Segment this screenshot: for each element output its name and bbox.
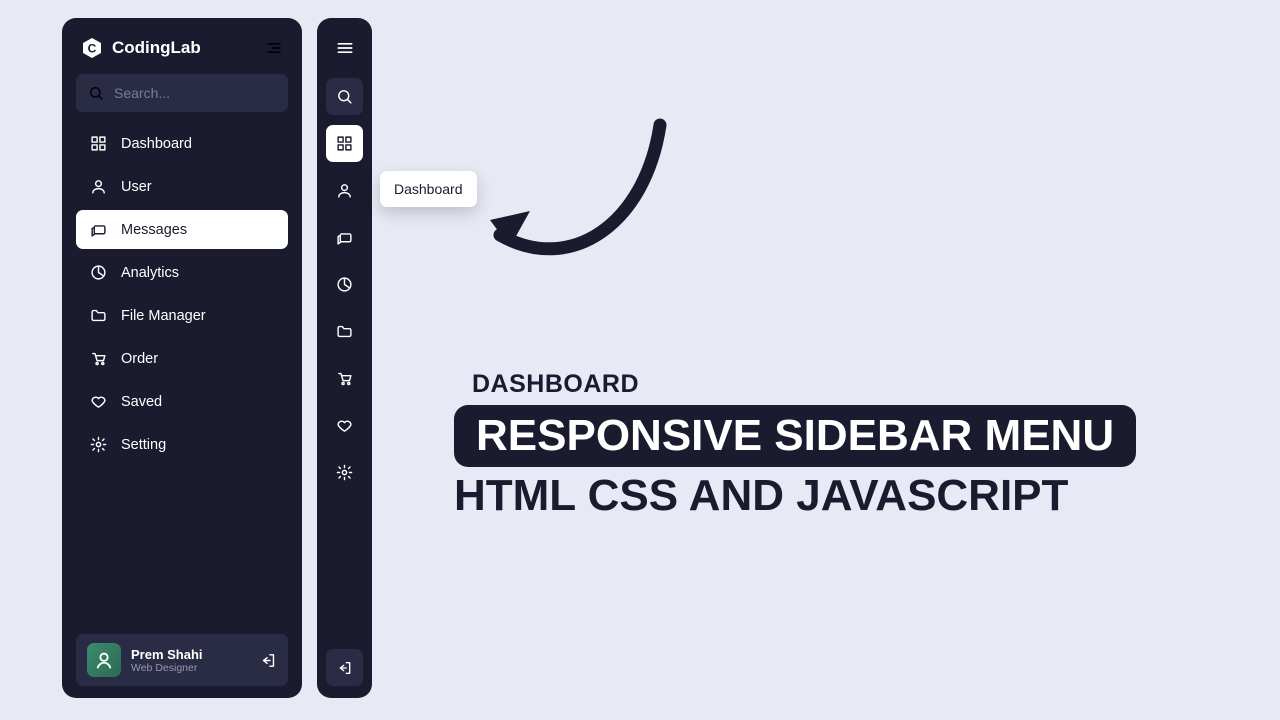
folder-icon — [336, 323, 353, 340]
heart-icon — [336, 417, 353, 434]
logo-row: C CodingLab — [76, 32, 288, 74]
mini-item-order[interactable] — [326, 360, 363, 397]
sidebar-item-messages[interactable]: Messages — [76, 210, 288, 249]
mini-item-saved[interactable] — [326, 407, 363, 444]
logout-icon[interactable] — [260, 652, 277, 669]
nav: Dashboard User Messages Analytics File M… — [76, 124, 288, 464]
search-icon — [336, 88, 353, 105]
svg-text:C: C — [88, 42, 97, 56]
gear-icon — [336, 464, 353, 481]
grid-icon — [90, 135, 107, 152]
mini-logout[interactable] — [326, 649, 363, 686]
user-footer[interactable]: Prem Shahi Web Designer — [76, 634, 288, 686]
sidebar-item-label: User — [121, 179, 152, 195]
sidebar-collapsed — [317, 18, 372, 698]
gear-icon — [90, 436, 107, 453]
sidebar-item-label: Analytics — [121, 265, 179, 281]
user-icon — [90, 178, 107, 195]
analytics-icon — [336, 276, 353, 293]
user-info: Prem Shahi Web Designer — [131, 647, 250, 674]
user-icon — [336, 182, 353, 199]
sidebar-item-user[interactable]: User — [76, 167, 288, 206]
messages-icon — [90, 221, 107, 238]
heart-icon — [90, 393, 107, 410]
sidebar-item-label: Setting — [121, 437, 166, 453]
mini-item-dashboard[interactable] — [326, 125, 363, 162]
mini-search[interactable] — [326, 78, 363, 115]
logo[interactable]: C CodingLab — [80, 36, 201, 60]
sidebar-item-dashboard[interactable]: Dashboard — [76, 124, 288, 163]
mini-item-analytics[interactable] — [326, 266, 363, 303]
headline: DASHBOARD RESPONSIVE SIDEBAR MENU HTML C… — [454, 370, 1136, 521]
mini-item-user[interactable] — [326, 172, 363, 209]
user-role: Web Designer — [131, 662, 250, 674]
logo-icon: C — [80, 36, 104, 60]
sidebar-expanded: C CodingLab Search... Dashboard User Mes… — [62, 18, 302, 698]
sidebar-item-label: Order — [121, 351, 158, 367]
sidebar-item-order[interactable]: Order — [76, 339, 288, 378]
cart-icon — [336, 370, 353, 387]
sidebar-item-label: Saved — [121, 394, 162, 410]
headline-kicker: DASHBOARD — [472, 370, 1136, 399]
grid-icon — [336, 135, 353, 152]
hamburger-button[interactable] — [327, 32, 363, 64]
sidebar-item-file-manager[interactable]: File Manager — [76, 296, 288, 335]
headline-sub: HTML CSS AND JAVASCRIPT — [454, 471, 1136, 521]
mini-item-setting[interactable] — [326, 454, 363, 491]
avatar — [87, 643, 121, 677]
sidebar-item-label: File Manager — [121, 308, 206, 324]
messages-icon — [336, 229, 353, 246]
sidebar-item-setting[interactable]: Setting — [76, 425, 288, 464]
folder-icon — [90, 307, 107, 324]
menu-collapse-icon[interactable] — [264, 38, 284, 58]
search-placeholder: Search... — [114, 85, 170, 101]
headline-pill: RESPONSIVE SIDEBAR MENU — [454, 405, 1136, 467]
sidebar-item-label: Dashboard — [121, 136, 192, 152]
sidebar-item-analytics[interactable]: Analytics — [76, 253, 288, 292]
sidebar-item-label: Messages — [121, 222, 187, 238]
user-name: Prem Shahi — [131, 647, 250, 662]
search-input[interactable]: Search... — [76, 74, 288, 112]
sidebar-item-saved[interactable]: Saved — [76, 382, 288, 421]
mini-item-messages[interactable] — [326, 219, 363, 256]
mini-item-file-manager[interactable] — [326, 313, 363, 350]
logo-text: CodingLab — [112, 38, 201, 58]
tooltip: Dashboard — [380, 171, 477, 207]
decorative-arrow — [480, 85, 680, 275]
cart-icon — [90, 350, 107, 367]
search-icon — [88, 85, 104, 101]
logout-icon — [337, 660, 353, 676]
hamburger-icon — [335, 38, 355, 58]
analytics-icon — [90, 264, 107, 281]
